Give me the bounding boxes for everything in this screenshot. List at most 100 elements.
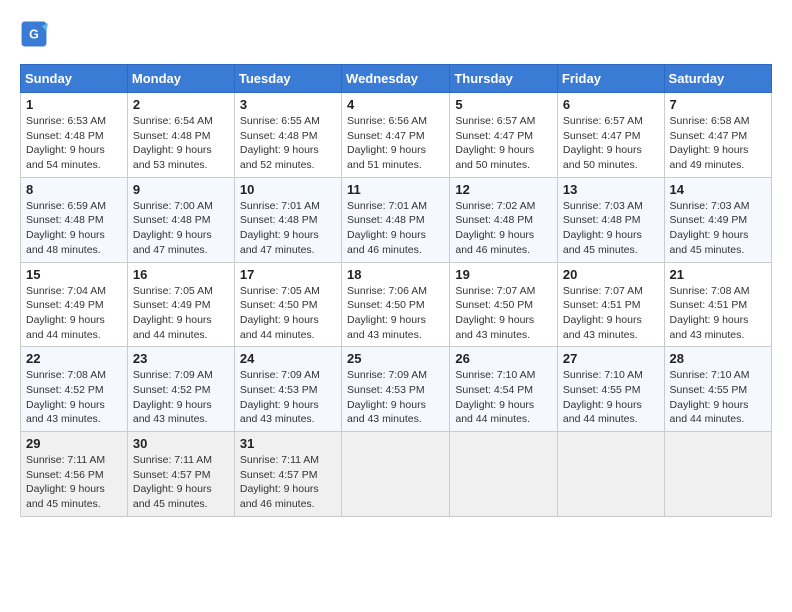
day-number: 28	[670, 351, 766, 366]
calendar-cell: 20 Sunrise: 7:07 AM Sunset: 4:51 PM Dayl…	[557, 262, 664, 347]
day-number: 8	[26, 182, 122, 197]
calendar-cell: 27 Sunrise: 7:10 AM Sunset: 4:55 PM Dayl…	[557, 347, 664, 432]
weekday-header-monday: Monday	[127, 65, 234, 93]
weekday-header-thursday: Thursday	[450, 65, 558, 93]
day-number: 13	[563, 182, 659, 197]
day-number: 10	[240, 182, 336, 197]
day-number: 15	[26, 267, 122, 282]
page-header: G	[20, 20, 772, 48]
calendar-cell: 26 Sunrise: 7:10 AM Sunset: 4:54 PM Dayl…	[450, 347, 558, 432]
day-info: Sunrise: 7:11 AM Sunset: 4:57 PM Dayligh…	[133, 453, 229, 512]
day-number: 3	[240, 97, 336, 112]
day-info: Sunrise: 7:10 AM Sunset: 4:54 PM Dayligh…	[455, 368, 552, 427]
day-number: 12	[455, 182, 552, 197]
calendar-cell: 11 Sunrise: 7:01 AM Sunset: 4:48 PM Dayl…	[342, 177, 450, 262]
day-number: 4	[347, 97, 444, 112]
calendar-cell: 4 Sunrise: 6:56 AM Sunset: 4:47 PM Dayli…	[342, 93, 450, 178]
calendar-cell	[557, 432, 664, 517]
day-number: 18	[347, 267, 444, 282]
day-info: Sunrise: 6:57 AM Sunset: 4:47 PM Dayligh…	[455, 114, 552, 173]
day-number: 1	[26, 97, 122, 112]
calendar-cell: 8 Sunrise: 6:59 AM Sunset: 4:48 PM Dayli…	[21, 177, 128, 262]
day-number: 19	[455, 267, 552, 282]
weekday-header-friday: Friday	[557, 65, 664, 93]
day-info: Sunrise: 7:09 AM Sunset: 4:53 PM Dayligh…	[347, 368, 444, 427]
calendar-cell: 23 Sunrise: 7:09 AM Sunset: 4:52 PM Dayl…	[127, 347, 234, 432]
calendar-cell: 22 Sunrise: 7:08 AM Sunset: 4:52 PM Dayl…	[21, 347, 128, 432]
calendar-cell: 5 Sunrise: 6:57 AM Sunset: 4:47 PM Dayli…	[450, 93, 558, 178]
calendar-cell: 12 Sunrise: 7:02 AM Sunset: 4:48 PM Dayl…	[450, 177, 558, 262]
calendar-cell: 10 Sunrise: 7:01 AM Sunset: 4:48 PM Dayl…	[234, 177, 341, 262]
day-info: Sunrise: 7:10 AM Sunset: 4:55 PM Dayligh…	[563, 368, 659, 427]
day-info: Sunrise: 7:05 AM Sunset: 4:49 PM Dayligh…	[133, 284, 229, 343]
calendar-cell: 14 Sunrise: 7:03 AM Sunset: 4:49 PM Dayl…	[664, 177, 771, 262]
calendar-cell: 9 Sunrise: 7:00 AM Sunset: 4:48 PM Dayli…	[127, 177, 234, 262]
day-number: 21	[670, 267, 766, 282]
day-number: 30	[133, 436, 229, 451]
calendar-cell	[342, 432, 450, 517]
day-number: 24	[240, 351, 336, 366]
day-number: 14	[670, 182, 766, 197]
calendar-cell: 25 Sunrise: 7:09 AM Sunset: 4:53 PM Dayl…	[342, 347, 450, 432]
day-number: 11	[347, 182, 444, 197]
calendar-cell: 19 Sunrise: 7:07 AM Sunset: 4:50 PM Dayl…	[450, 262, 558, 347]
day-number: 6	[563, 97, 659, 112]
calendar-cell	[450, 432, 558, 517]
day-info: Sunrise: 7:03 AM Sunset: 4:48 PM Dayligh…	[563, 199, 659, 258]
day-number: 29	[26, 436, 122, 451]
calendar-cell: 1 Sunrise: 6:53 AM Sunset: 4:48 PM Dayli…	[21, 93, 128, 178]
calendar-table: SundayMondayTuesdayWednesdayThursdayFrid…	[20, 64, 772, 517]
calendar-cell: 7 Sunrise: 6:58 AM Sunset: 4:47 PM Dayli…	[664, 93, 771, 178]
day-info: Sunrise: 7:06 AM Sunset: 4:50 PM Dayligh…	[347, 284, 444, 343]
day-number: 7	[670, 97, 766, 112]
calendar-cell	[664, 432, 771, 517]
day-info: Sunrise: 6:59 AM Sunset: 4:48 PM Dayligh…	[26, 199, 122, 258]
day-info: Sunrise: 6:58 AM Sunset: 4:47 PM Dayligh…	[670, 114, 766, 173]
day-info: Sunrise: 7:07 AM Sunset: 4:51 PM Dayligh…	[563, 284, 659, 343]
day-number: 2	[133, 97, 229, 112]
calendar-cell: 28 Sunrise: 7:10 AM Sunset: 4:55 PM Dayl…	[664, 347, 771, 432]
calendar-cell: 21 Sunrise: 7:08 AM Sunset: 4:51 PM Dayl…	[664, 262, 771, 347]
day-info: Sunrise: 7:01 AM Sunset: 4:48 PM Dayligh…	[347, 199, 444, 258]
weekday-header-tuesday: Tuesday	[234, 65, 341, 93]
weekday-header-wednesday: Wednesday	[342, 65, 450, 93]
day-number: 9	[133, 182, 229, 197]
day-number: 17	[240, 267, 336, 282]
day-number: 5	[455, 97, 552, 112]
day-info: Sunrise: 6:57 AM Sunset: 4:47 PM Dayligh…	[563, 114, 659, 173]
day-number: 16	[133, 267, 229, 282]
calendar-cell: 3 Sunrise: 6:55 AM Sunset: 4:48 PM Dayli…	[234, 93, 341, 178]
calendar-cell: 24 Sunrise: 7:09 AM Sunset: 4:53 PM Dayl…	[234, 347, 341, 432]
day-info: Sunrise: 7:05 AM Sunset: 4:50 PM Dayligh…	[240, 284, 336, 343]
day-info: Sunrise: 7:08 AM Sunset: 4:52 PM Dayligh…	[26, 368, 122, 427]
day-info: Sunrise: 7:07 AM Sunset: 4:50 PM Dayligh…	[455, 284, 552, 343]
day-info: Sunrise: 7:11 AM Sunset: 4:57 PM Dayligh…	[240, 453, 336, 512]
day-info: Sunrise: 7:09 AM Sunset: 4:52 PM Dayligh…	[133, 368, 229, 427]
day-info: Sunrise: 7:01 AM Sunset: 4:48 PM Dayligh…	[240, 199, 336, 258]
calendar-cell: 17 Sunrise: 7:05 AM Sunset: 4:50 PM Dayl…	[234, 262, 341, 347]
day-number: 20	[563, 267, 659, 282]
day-info: Sunrise: 6:54 AM Sunset: 4:48 PM Dayligh…	[133, 114, 229, 173]
calendar-header: SundayMondayTuesdayWednesdayThursdayFrid…	[21, 65, 772, 93]
day-info: Sunrise: 7:04 AM Sunset: 4:49 PM Dayligh…	[26, 284, 122, 343]
calendar-cell: 16 Sunrise: 7:05 AM Sunset: 4:49 PM Dayl…	[127, 262, 234, 347]
calendar-cell: 31 Sunrise: 7:11 AM Sunset: 4:57 PM Dayl…	[234, 432, 341, 517]
day-info: Sunrise: 7:11 AM Sunset: 4:56 PM Dayligh…	[26, 453, 122, 512]
day-number: 23	[133, 351, 229, 366]
calendar-cell: 13 Sunrise: 7:03 AM Sunset: 4:48 PM Dayl…	[557, 177, 664, 262]
day-number: 31	[240, 436, 336, 451]
logo: G	[20, 20, 52, 48]
calendar-cell: 6 Sunrise: 6:57 AM Sunset: 4:47 PM Dayli…	[557, 93, 664, 178]
day-info: Sunrise: 7:10 AM Sunset: 4:55 PM Dayligh…	[670, 368, 766, 427]
day-info: Sunrise: 7:00 AM Sunset: 4:48 PM Dayligh…	[133, 199, 229, 258]
calendar-cell: 30 Sunrise: 7:11 AM Sunset: 4:57 PM Dayl…	[127, 432, 234, 517]
day-info: Sunrise: 7:09 AM Sunset: 4:53 PM Dayligh…	[240, 368, 336, 427]
day-number: 22	[26, 351, 122, 366]
day-info: Sunrise: 6:55 AM Sunset: 4:48 PM Dayligh…	[240, 114, 336, 173]
day-info: Sunrise: 7:03 AM Sunset: 4:49 PM Dayligh…	[670, 199, 766, 258]
weekday-header-saturday: Saturday	[664, 65, 771, 93]
day-info: Sunrise: 6:53 AM Sunset: 4:48 PM Dayligh…	[26, 114, 122, 173]
day-info: Sunrise: 7:02 AM Sunset: 4:48 PM Dayligh…	[455, 199, 552, 258]
calendar-cell: 2 Sunrise: 6:54 AM Sunset: 4:48 PM Dayli…	[127, 93, 234, 178]
weekday-header-sunday: Sunday	[21, 65, 128, 93]
